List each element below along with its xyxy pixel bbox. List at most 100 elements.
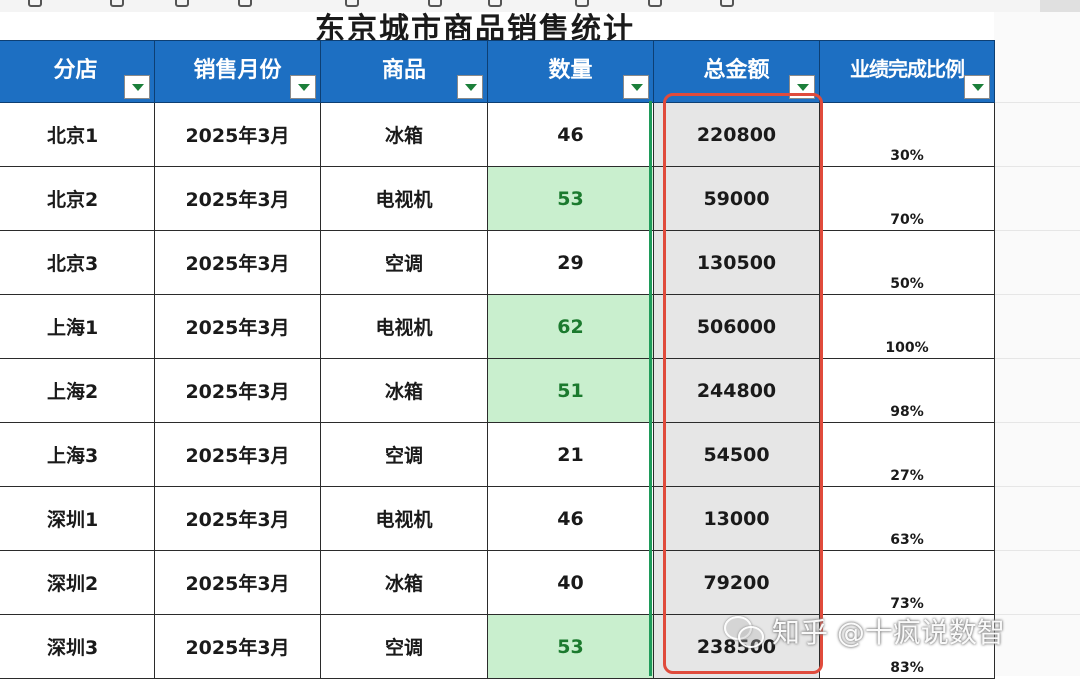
cell-qty[interactable]: 21 (487, 422, 654, 487)
cell-product[interactable]: 电视机 (320, 486, 488, 551)
gridline (994, 550, 1080, 551)
sales-table: 分店 销售月份 商品 数量 总金额 业绩完成比例 北京1 2025年3月 冰箱 … (0, 40, 995, 679)
cell-month[interactable]: 2025年3月 (154, 166, 321, 231)
header-cell-pct[interactable]: 业绩完成比例 (819, 40, 995, 103)
cell-qty[interactable]: 29 (487, 230, 654, 295)
cell-pct[interactable]: 98% (819, 358, 995, 423)
toolbar-icon[interactable] (428, 0, 442, 7)
cell-product[interactable]: 空调 (320, 614, 488, 679)
cell-qty[interactable]: 40 (487, 550, 654, 615)
cell-pct[interactable]: 50% (819, 230, 995, 295)
cell-month[interactable]: 2025年3月 (154, 230, 321, 295)
filter-dropdown-button[interactable] (457, 75, 483, 99)
cell-store[interactable]: 上海2 (0, 358, 155, 423)
cell-store[interactable]: 北京2 (0, 166, 155, 231)
cell-store[interactable]: 深圳2 (0, 550, 155, 615)
cell-store[interactable]: 北京1 (0, 102, 155, 167)
table-row: 上海2 2025年3月 冰箱 51 244800 98% (0, 358, 995, 423)
cell-qty[interactable]: 46 (487, 486, 654, 551)
cell-qty[interactable]: 53 (487, 614, 654, 679)
cell-total[interactable]: 506000 (653, 294, 820, 359)
toolbar-icon[interactable] (175, 0, 189, 7)
table-row: 上海3 2025年3月 空调 21 54500 27% (0, 422, 995, 487)
cell-pct[interactable]: 27% (819, 422, 995, 487)
cell-month[interactable]: 2025年3月 (154, 102, 321, 167)
gridline (994, 422, 1080, 423)
toolbar-icon[interactable] (575, 0, 589, 7)
toolbar-icon[interactable] (488, 0, 502, 7)
toolbar-icon[interactable] (110, 0, 124, 7)
header-cell-store[interactable]: 分店 (0, 40, 155, 103)
table-body: 北京1 2025年3月 冰箱 46 220800 30% 北京2 2025年3月… (0, 102, 995, 679)
cell-month[interactable]: 2025年3月 (154, 422, 321, 487)
toolbar-scroll-region (1040, 0, 1080, 12)
cell-product[interactable]: 冰箱 (320, 102, 488, 167)
filter-dropdown-button[interactable] (124, 75, 150, 99)
cell-qty[interactable]: 53 (487, 166, 654, 231)
title-row: 东京城市商品销售统计 (0, 12, 994, 40)
table-row: 深圳2 2025年3月 冰箱 40 79200 73% (0, 550, 995, 615)
cell-total[interactable]: 220800 (653, 102, 820, 167)
cell-product[interactable]: 冰箱 (320, 550, 488, 615)
cell-product[interactable]: 冰箱 (320, 358, 488, 423)
cell-month[interactable]: 2025年3月 (154, 486, 321, 551)
cell-month[interactable]: 2025年3月 (154, 358, 321, 423)
header-cell-qty[interactable]: 数量 (487, 40, 654, 103)
cell-product[interactable]: 电视机 (320, 166, 488, 231)
cell-pct[interactable]: 73% (819, 550, 995, 615)
gridline (994, 358, 1080, 359)
filter-dropdown-button[interactable] (789, 75, 815, 99)
cell-total[interactable]: 244800 (653, 358, 820, 423)
header-label: 业绩完成比例 (850, 57, 965, 81)
table-row: 北京3 2025年3月 空调 29 130500 50% (0, 230, 995, 295)
cell-total[interactable]: 54500 (653, 422, 820, 487)
toolbar-icon[interactable] (238, 0, 252, 7)
gridline (994, 166, 1080, 167)
table-row: 北京2 2025年3月 电视机 53 59000 70% (0, 166, 995, 231)
cell-store[interactable]: 上海3 (0, 422, 155, 487)
toolbar-icon[interactable] (345, 0, 359, 7)
cell-qty[interactable]: 62 (487, 294, 654, 359)
cell-pct[interactable]: 30% (819, 102, 995, 167)
cell-store[interactable]: 北京3 (0, 230, 155, 295)
filter-dropdown-button[interactable] (964, 75, 990, 99)
cell-qty[interactable]: 46 (487, 102, 654, 167)
cell-qty[interactable]: 51 (487, 358, 654, 423)
header-label: 商品 (381, 57, 426, 83)
cell-store[interactable]: 上海1 (0, 294, 155, 359)
toolbar-icon[interactable] (28, 0, 42, 7)
gridline (994, 294, 1080, 295)
cell-total[interactable]: 130500 (653, 230, 820, 295)
cell-store[interactable]: 深圳1 (0, 486, 155, 551)
gridline (994, 102, 1080, 103)
header-label: 数量 (548, 57, 593, 83)
cell-product[interactable]: 电视机 (320, 294, 488, 359)
cell-total[interactable]: 79200 (653, 550, 820, 615)
cell-month[interactable]: 2025年3月 (154, 614, 321, 679)
cell-month[interactable]: 2025年3月 (154, 550, 321, 615)
toolbar-icon[interactable] (648, 0, 662, 7)
cell-total[interactable]: 13000 (653, 486, 820, 551)
empty-column-area[interactable] (994, 12, 1080, 676)
header-label: 总金额 (703, 57, 770, 83)
header-label: 销售月份 (193, 57, 282, 83)
sheet-title: 东京城市商品销售统计 (315, 12, 635, 40)
gridline (994, 486, 1080, 487)
cell-total[interactable]: 59000 (653, 166, 820, 231)
cell-pct[interactable]: 100% (819, 294, 995, 359)
table-row: 深圳1 2025年3月 电视机 46 13000 63% (0, 486, 995, 551)
cell-pct[interactable]: 70% (819, 166, 995, 231)
watermark: 知乎 @十疯说数智 (724, 608, 1005, 654)
toolbar-icon[interactable] (720, 0, 734, 7)
filter-dropdown-button[interactable] (623, 75, 649, 99)
header-cell-product[interactable]: 商品 (320, 40, 488, 103)
table-row: 北京1 2025年3月 冰箱 46 220800 30% (0, 102, 995, 167)
header-cell-total[interactable]: 总金额 (653, 40, 820, 103)
filter-dropdown-button[interactable] (290, 75, 316, 99)
cell-product[interactable]: 空调 (320, 230, 488, 295)
cell-month[interactable]: 2025年3月 (154, 294, 321, 359)
cell-store[interactable]: 深圳3 (0, 614, 155, 679)
cell-pct[interactable]: 63% (819, 486, 995, 551)
header-cell-month[interactable]: 销售月份 (154, 40, 321, 103)
cell-product[interactable]: 空调 (320, 422, 488, 487)
